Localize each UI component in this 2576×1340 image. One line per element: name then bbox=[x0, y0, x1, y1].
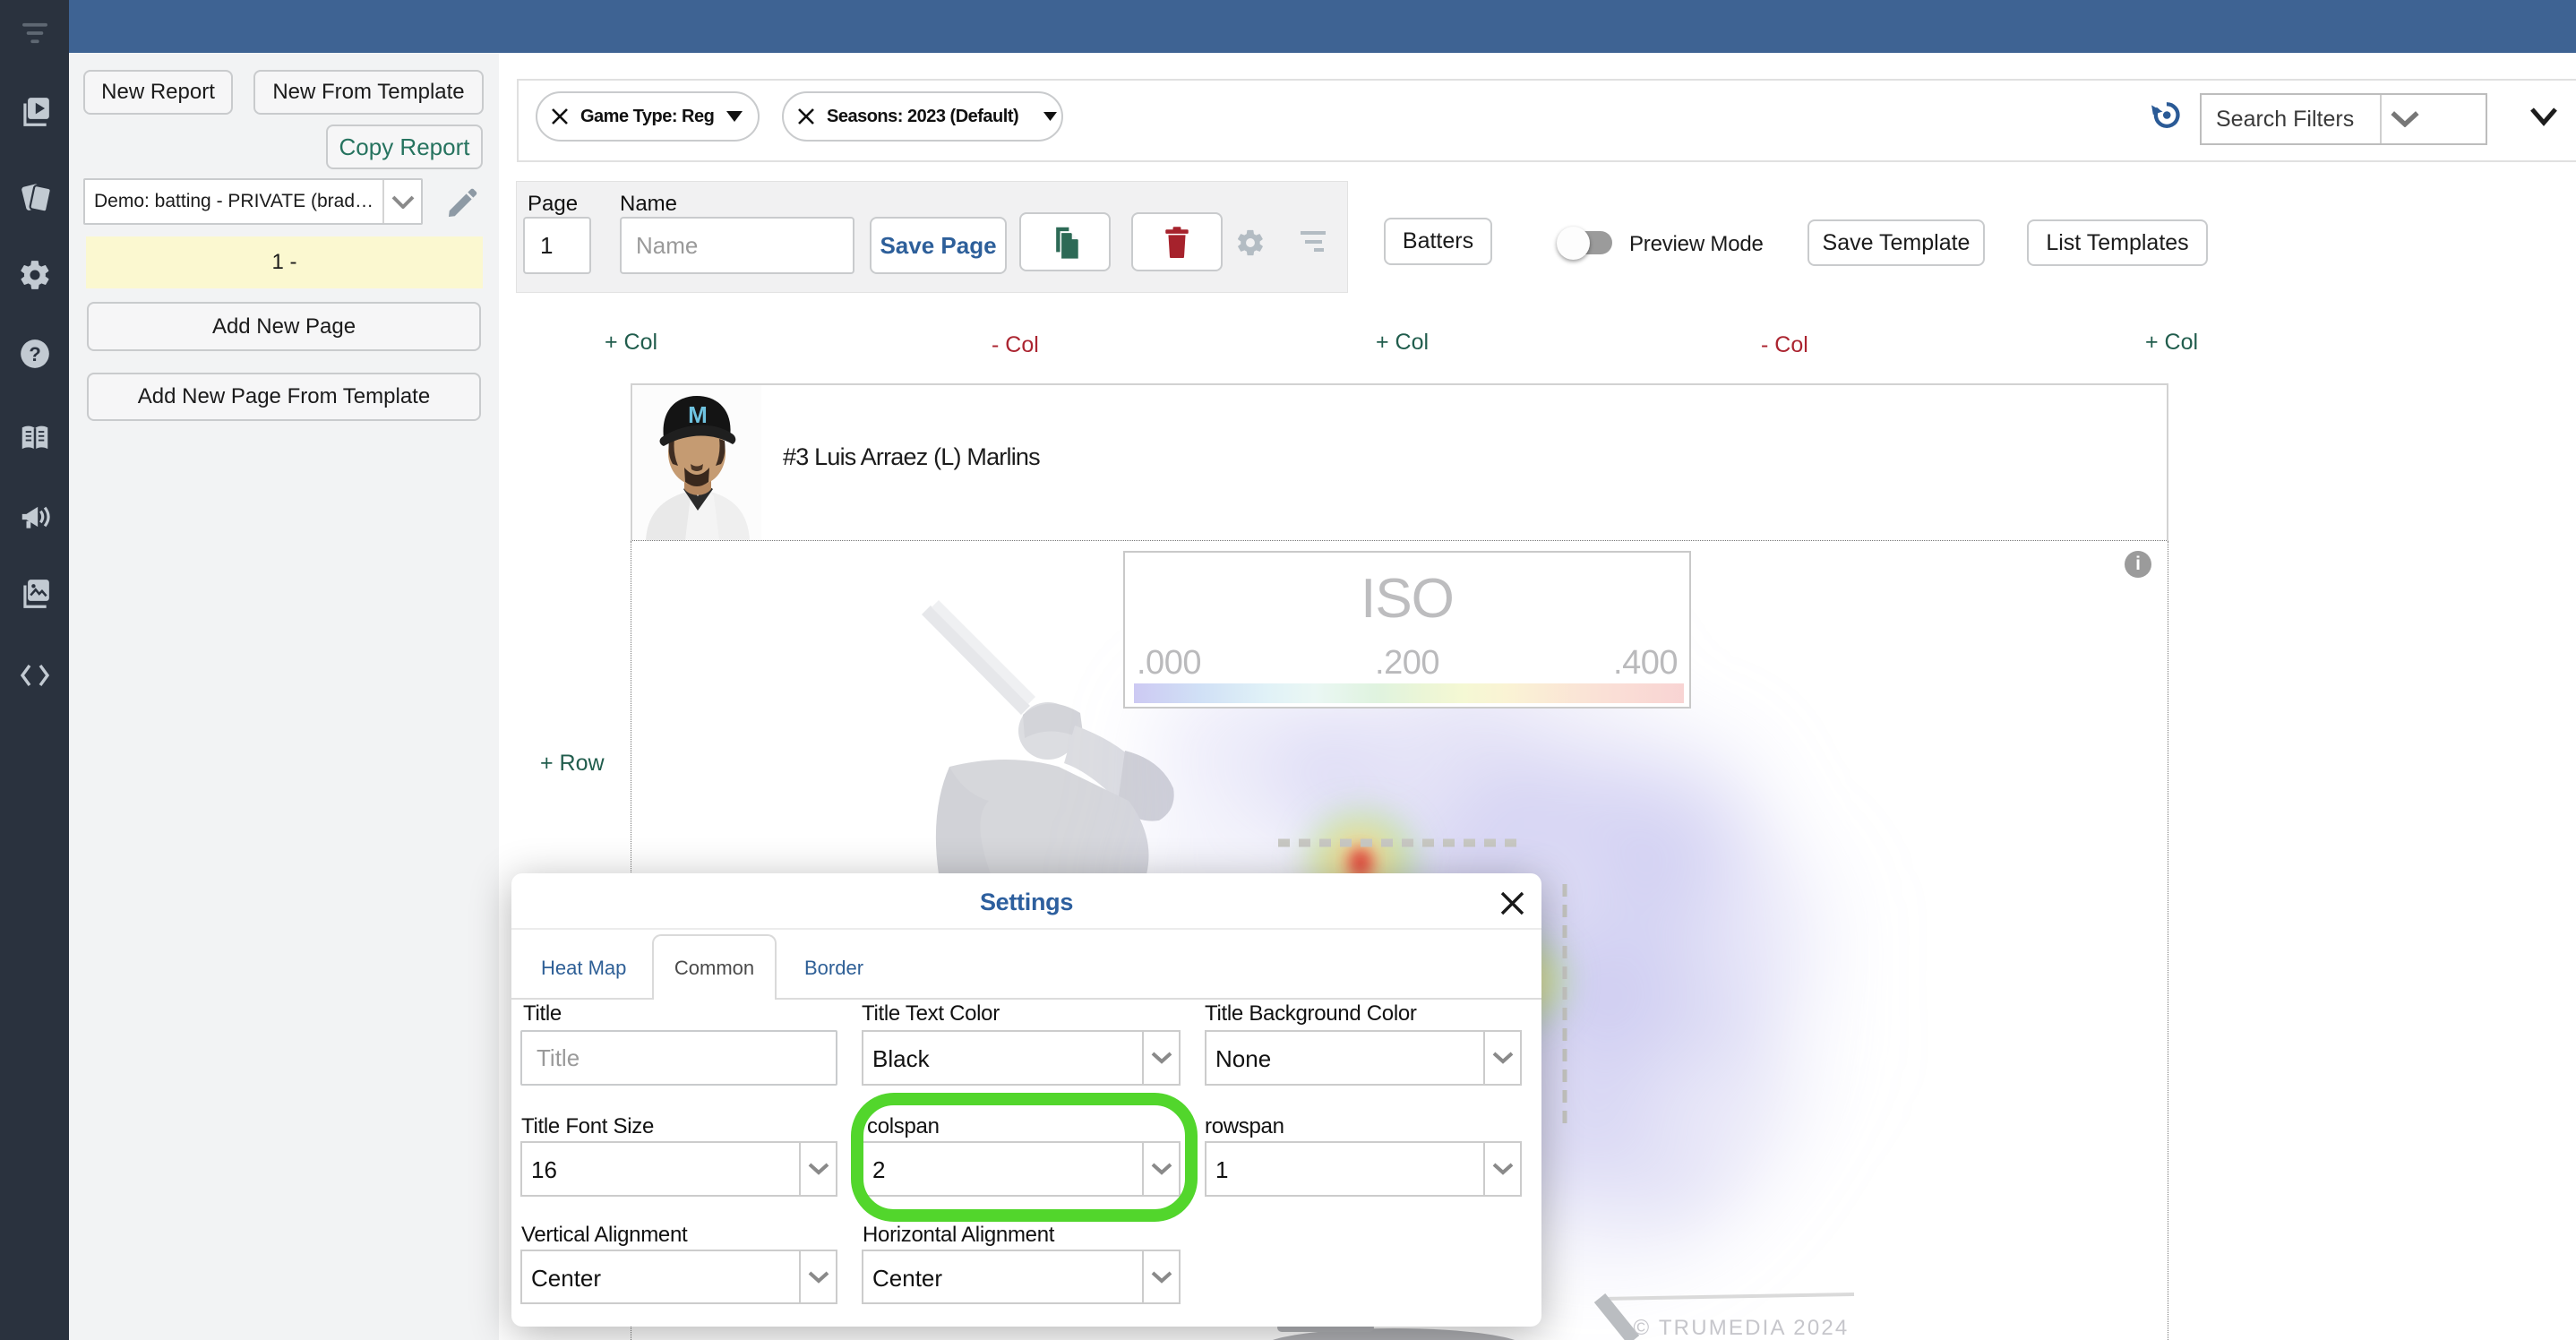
svg-text:M: M bbox=[688, 401, 708, 428]
svg-text:© TRUMEDIA 2024: © TRUMEDIA 2024 bbox=[1634, 1316, 1850, 1340]
svg-text:?: ? bbox=[29, 343, 41, 365]
